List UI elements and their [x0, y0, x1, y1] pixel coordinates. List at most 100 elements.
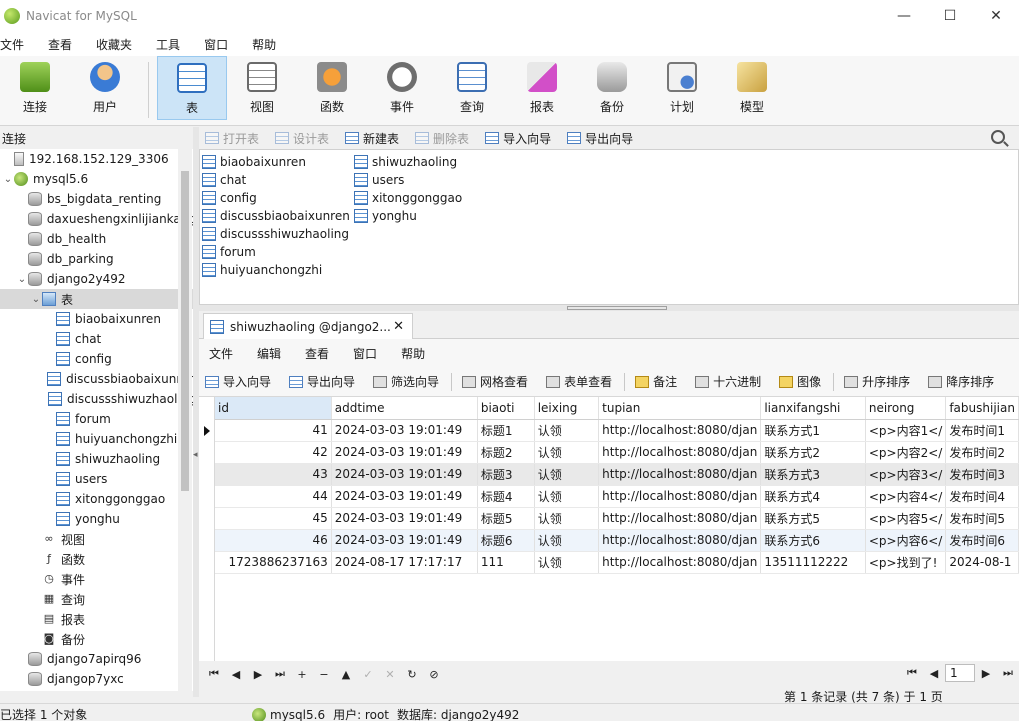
connection-tree-scrollbar[interactable] [178, 149, 192, 691]
stop-button[interactable]: ⊘ [423, 668, 445, 681]
toolbar-connection-button[interactable]: 连接 [0, 56, 70, 120]
cell-addtime[interactable]: 2024-03-03 19:01:49 [331, 507, 478, 530]
apply-changes-button[interactable]: ✓ [357, 668, 379, 681]
table-row[interactable]: 1723886237163 2024-08-17 17:17:17 111 认领 htt… [215, 551, 1019, 574]
tree-item-django2y492[interactable]: ⌄ django2y492 [0, 269, 196, 289]
cell-biaoti[interactable]: 标题6 [477, 529, 535, 552]
cell-lianxifangshi[interactable]: 联系方式6 [760, 529, 866, 552]
tree-item-forum[interactable]: forum [0, 409, 196, 429]
search-icon[interactable] [991, 130, 1005, 144]
object-item-config[interactable]: config [202, 189, 350, 207]
toolbar-report-button[interactable]: 报表 [507, 56, 577, 120]
object-item-yonghu[interactable]: yonghu [354, 207, 462, 225]
tree-item-xitonggonggao[interactable]: xitonggonggao [0, 489, 196, 509]
cell-leixing[interactable]: 认领 [534, 441, 600, 464]
cell-lianxifangshi[interactable]: 联系方式1 [760, 419, 866, 442]
toolbar-function-button[interactable]: 函数 [297, 56, 367, 120]
cell-fabushijian[interactable]: 发布时间6 [945, 529, 1019, 552]
cell-tupian[interactable]: http://localhost:8080/djan [598, 551, 762, 574]
tree-item-discussbiaobaixunren[interactable]: discussbiaobaixunren [0, 369, 196, 389]
cell-biaoti[interactable]: 111 [477, 551, 535, 574]
toolbar-model-button[interactable]: 模型 [717, 56, 787, 120]
column-header-lianxifangshi[interactable]: lianxifangshi [760, 397, 866, 420]
table-row[interactable]: 44 2024-03-03 19:01:49 标题4 认领 http://localho… [215, 485, 1019, 508]
edit-record-button[interactable]: ▲ [335, 668, 357, 681]
tree-item--[interactable]: ▤ 报表 [0, 609, 196, 629]
table-row[interactable]: 41 2024-03-03 19:01:49 标题1 认领 http://localho… [215, 419, 1019, 442]
hex-button[interactable]: 十六进制 [689, 373, 761, 390]
tree-item-db-parking[interactable]: db_parking [0, 249, 196, 269]
table-menu-view[interactable]: 查看 [305, 345, 329, 362]
sort-descending-button[interactable]: 降序排序 [922, 373, 994, 390]
first-page-button[interactable]: ⏮ [901, 666, 923, 680]
tree-item--[interactable]: ⌄ 表 [0, 289, 196, 309]
tree-item-mysql5-6[interactable]: ⌄ mysql5.6 [0, 169, 196, 189]
cell-biaoti[interactable]: 标题3 [477, 463, 535, 486]
object-item-discussbiaobaixunren[interactable]: discussbiaobaixunren [202, 207, 350, 225]
cell-biaoti[interactable]: 标题1 [477, 419, 535, 442]
tree-item-huiyuanchongzhi[interactable]: huiyuanchongzhi [0, 429, 196, 449]
close-button[interactable]: ✕ [973, 0, 1019, 32]
table-row[interactable]: 46 2024-03-03 19:01:49 标题6 认领 http://localho… [215, 529, 1019, 552]
cell-lianxifangshi[interactable]: 联系方式3 [760, 463, 866, 486]
cell-leixing[interactable]: 认领 [534, 507, 600, 530]
tree-item--[interactable]: ƒ 函数 [0, 549, 196, 569]
column-header-addtime[interactable]: addtime [331, 397, 478, 420]
cell-tupian[interactable]: http://localhost:8080/djan [598, 463, 762, 486]
tree-item-djangop7yxc[interactable]: djangop7yxc [0, 669, 196, 689]
toolbar-query-button[interactable]: 查询 [437, 56, 507, 120]
table-row[interactable]: 45 2024-03-03 19:01:49 标题5 认领 http://localho… [215, 507, 1019, 530]
tree-item-users[interactable]: users [0, 469, 196, 489]
expand-chevron-icon[interactable]: ⌄ [30, 294, 42, 305]
cell-neirong[interactable]: <p>内容5</ [865, 507, 947, 530]
menu-file[interactable]: 文件 [0, 36, 36, 53]
cell-leixing[interactable]: 认领 [534, 463, 600, 486]
refresh-button[interactable]: ↻ [401, 668, 423, 681]
import-wizard-button[interactable]: 导入向导 [479, 130, 551, 147]
object-item-huiyuanchongzhi[interactable]: huiyuanchongzhi [202, 261, 350, 279]
cell-fabushijian[interactable]: 2024-08-1 [945, 551, 1019, 574]
cell-id[interactable]: 44 [215, 485, 332, 508]
menu-window[interactable]: 窗口 [204, 36, 240, 53]
tree-item-config[interactable]: config [0, 349, 196, 369]
prev-page-button[interactable]: ◀ [923, 667, 945, 680]
delete-record-button[interactable]: − [313, 668, 335, 681]
cell-leixing[interactable]: 认领 [534, 529, 600, 552]
sort-ascending-button[interactable]: 升序排序 [838, 373, 910, 390]
design-table-button[interactable]: 设计表 [269, 130, 329, 147]
cell-leixing[interactable]: 认领 [534, 485, 600, 508]
cell-tupian[interactable]: http://localhost:8080/djan [598, 507, 762, 530]
toolbar-table-button[interactable]: 表 [157, 56, 227, 120]
cell-id[interactable]: 46 [215, 529, 332, 552]
cell-biaoti[interactable]: 标题4 [477, 485, 535, 508]
table-menu-file[interactable]: 文件 [209, 345, 233, 362]
cell-fabushijian[interactable]: 发布时间2 [945, 441, 1019, 464]
scrollbar-thumb[interactable] [181, 171, 189, 491]
expand-chevron-icon[interactable]: ⌄ [2, 174, 14, 185]
next-page-button[interactable]: ▶ [975, 667, 997, 680]
cell-fabushijian[interactable]: 发布时间5 [945, 507, 1019, 530]
cell-biaoti[interactable]: 标题2 [477, 441, 535, 464]
cell-tupian[interactable]: http://localhost:8080/djan [598, 529, 762, 552]
toolbar-user-button[interactable]: 用户 [70, 56, 140, 120]
prev-record-button[interactable]: ◀ [225, 668, 247, 681]
grid-view-button[interactable]: 网格查看 [456, 373, 528, 390]
cell-lianxifangshi[interactable]: 联系方式4 [760, 485, 866, 508]
cell-addtime[interactable]: 2024-08-17 17:17:17 [331, 551, 478, 574]
table-menu-edit[interactable]: 编辑 [257, 345, 281, 362]
last-page-button[interactable]: ⏭ [997, 666, 1019, 680]
tree-item-shiwuzhaoling[interactable]: shiwuzhaoling [0, 449, 196, 469]
column-header-leixing[interactable]: leixing [534, 397, 600, 420]
cell-tupian[interactable]: http://localhost:8080/djan [598, 441, 762, 464]
table-row[interactable]: 43 2024-03-03 19:01:49 标题3 认领 http://localho… [215, 463, 1019, 486]
page-number-input[interactable]: 1 [945, 664, 975, 682]
delete-table-button[interactable]: 删除表 [409, 130, 469, 147]
tree-item-daxueshengxinlijiankang[interactable]: daxueshengxinlijiankang [0, 209, 196, 229]
table-menu-window[interactable]: 窗口 [353, 345, 377, 362]
cell-neirong[interactable]: <p>内容1</ [865, 419, 947, 442]
cell-lianxifangshi[interactable]: 联系方式2 [760, 441, 866, 464]
cell-id[interactable]: 1723886237163 [215, 551, 332, 574]
table-row[interactable]: 42 2024-03-03 19:01:49 标题2 认领 http://localho… [215, 441, 1019, 464]
cell-neirong[interactable]: <p>内容3</ [865, 463, 947, 486]
cell-addtime[interactable]: 2024-03-03 19:01:49 [331, 419, 478, 442]
